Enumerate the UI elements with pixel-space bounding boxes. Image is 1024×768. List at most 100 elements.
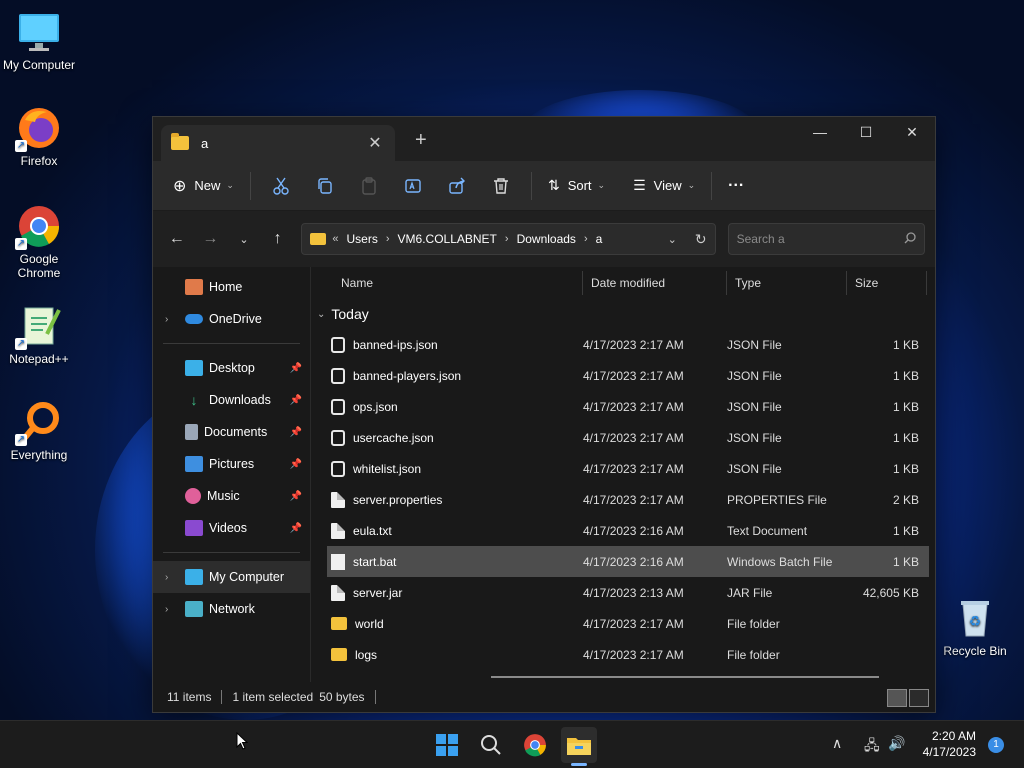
file-row[interactable]: server.jar 4/17/2023 2:13 AM JAR File 42,60… [327, 577, 929, 608]
view-button[interactable]: ☰ View ⌄ [625, 170, 703, 202]
forward-arrow-icon[interactable]: → [197, 225, 225, 253]
file-explorer-taskbar-icon[interactable] [561, 727, 597, 766]
desktop-icon-my-computer[interactable]: My Computer [1, 10, 77, 72]
active-app-indicator [571, 763, 587, 766]
network-status-icon[interactable]: 🖧 [864, 735, 880, 759]
sidebar-item-documents[interactable]: Documents 📌 [153, 416, 310, 448]
overflow-chevron-icon[interactable]: « [332, 233, 338, 245]
sidebar-item-network[interactable]: › Network [153, 593, 310, 625]
breadcrumb-vm6-collabnet[interactable]: VM6.COLLABNET [398, 232, 497, 246]
expand-chevron-icon[interactable]: › [165, 572, 179, 583]
document-icon [331, 522, 345, 539]
sidebar-item-home[interactable]: Home [153, 271, 310, 303]
rename-icon[interactable] [397, 170, 429, 202]
expand-chevron-icon[interactable]: › [165, 604, 179, 615]
desktop-icon-chrome[interactable]: ↗ Google Chrome [1, 204, 77, 280]
desktop-icon-everything[interactable]: ↗ Everything [1, 400, 77, 462]
address-bar[interactable]: « Users › VM6.COLLABNET › Downloads › a … [301, 223, 716, 255]
file-type: JSON File [727, 368, 782, 383]
delete-trash-icon[interactable] [485, 170, 517, 202]
address-dropdown-chevron-icon[interactable]: ⌄ [668, 233, 677, 246]
sidebar-item-label: Downloads [209, 393, 271, 407]
breadcrumb-users[interactable]: Users [347, 232, 378, 246]
group-header-today[interactable]: ⌄ Today [311, 299, 935, 329]
column-headers: Name Date modified Type Size [311, 267, 935, 299]
file-row[interactable]: banned-players.json 4/17/2023 2:17 AM JSON… [327, 360, 929, 391]
file-row[interactable]: start.bat 4/17/2023 2:16 AM Windows Batch … [327, 546, 929, 577]
pin-icon[interactable]: 📌 [290, 395, 302, 406]
up-arrow-icon[interactable]: ↑ [264, 225, 292, 253]
maximize-button[interactable]: ☐ [843, 117, 889, 149]
sidebar-item-pictures[interactable]: Pictures 📌 [153, 448, 310, 480]
back-arrow-icon[interactable]: ← [163, 225, 191, 253]
pin-icon[interactable]: 📌 [290, 523, 302, 534]
notification-badge[interactable]: 1 [988, 737, 1004, 753]
file-row[interactable]: banned-ips.json 4/17/2023 2:17 AM JSON Fil… [327, 329, 929, 360]
minimize-button[interactable]: — [797, 117, 843, 149]
file-row[interactable]: eula.txt 4/17/2023 2:16 AM Text Document 1 … [327, 515, 929, 546]
new-button[interactable]: ⊕ New ⌄ [165, 170, 242, 202]
sidebar-item-label: Videos [209, 521, 247, 535]
breadcrumb-separator-icon: › [504, 233, 509, 245]
desktop-icon-notepadpp[interactable]: ↗ Notepad++ [1, 304, 77, 366]
file-name: world [355, 616, 384, 631]
tiles-view-icon[interactable] [909, 689, 929, 707]
start-windows-icon[interactable] [429, 727, 465, 763]
toolbar-separator [249, 171, 251, 200]
search-input[interactable]: Search a [727, 223, 925, 255]
title-bar: a ✕ + — ☐ ✕ [153, 117, 935, 161]
close-tab-icon[interactable]: ✕ [365, 133, 385, 153]
pin-icon[interactable]: 📌 [290, 491, 302, 502]
column-header-date[interactable]: Date modified [583, 271, 727, 295]
file-size: 1 KB [892, 430, 919, 445]
volume-icon[interactable]: 🔊 [888, 735, 905, 752]
pin-icon[interactable]: 📌 [290, 427, 302, 438]
plus-circle-icon: ⊕ [173, 177, 187, 195]
sidebar-item-downloads[interactable]: ↓ Downloads 📌 [153, 384, 310, 416]
refresh-icon[interactable]: ↻ [695, 231, 707, 248]
new-tab-plus-icon[interactable]: + [415, 129, 427, 152]
file-row[interactable]: ops.json 4/17/2023 2:17 AM JSON File 1 KB [327, 391, 929, 422]
horizontal-scrollbar[interactable] [491, 676, 879, 678]
sidebar-item-music[interactable]: Music 📌 [153, 480, 310, 512]
pin-icon[interactable]: 📌 [290, 459, 302, 470]
breadcrumb-downloads[interactable]: Downloads [517, 232, 576, 246]
folder-row[interactable]: logs 4/17/2023 2:17 AM File folder [327, 639, 929, 670]
mouse-cursor-icon [236, 731, 249, 753]
details-view-icon[interactable] [887, 689, 907, 707]
folder-row[interactable]: world 4/17/2023 2:17 AM File folder [327, 608, 929, 639]
desktop-icon-recycle-bin[interactable]: ♻ Recycle Bin [937, 596, 1013, 658]
chrome-taskbar-icon[interactable] [517, 727, 553, 763]
file-row[interactable]: usercache.json 4/17/2023 2:17 AM JSON File… [327, 422, 929, 453]
search-icon[interactable] [473, 727, 509, 763]
column-header-size[interactable]: Size [847, 271, 927, 295]
batch-file-icon [331, 553, 345, 570]
desktop-icon-firefox[interactable]: ↗ Firefox [1, 106, 77, 168]
more-options-button[interactable]: ··· [720, 170, 752, 202]
file-row[interactable]: server.properties 4/17/2023 2:17 AM PROPER… [327, 484, 929, 515]
recent-locations-chevron-icon[interactable]: ⌄ [230, 225, 258, 253]
tab-a[interactable]: a ✕ [161, 125, 395, 161]
sidebar-item-onedrive[interactable]: › OneDrive [153, 303, 310, 335]
sidebar-divider [163, 343, 300, 344]
sidebar-item-desktop[interactable]: Desktop 📌 [153, 352, 310, 384]
document-icon [185, 424, 198, 440]
copy-icon[interactable] [309, 170, 341, 202]
json-file-icon [331, 398, 345, 415]
close-window-button[interactable]: ✕ [889, 117, 935, 149]
breadcrumb-a[interactable]: a [596, 232, 603, 246]
sort-button[interactable]: ⇅ Sort ⌄ [540, 170, 613, 202]
show-hidden-icons-chevron-icon[interactable]: ∧ [832, 735, 842, 752]
sidebar-item-my-computer[interactable]: › My Computer [153, 561, 310, 593]
system-clock[interactable]: 2:20 AM 4/17/2023 [923, 728, 976, 760]
expand-chevron-icon[interactable]: › [165, 314, 179, 325]
sidebar-item-videos[interactable]: Videos 📌 [153, 512, 310, 544]
collapse-chevron-icon[interactable]: ⌄ [317, 309, 325, 320]
share-icon[interactable] [441, 170, 473, 202]
column-header-name[interactable]: Name [311, 271, 583, 295]
column-header-type[interactable]: Type [727, 271, 847, 295]
file-row[interactable]: whitelist.json 4/17/2023 2:17 AM JSON File… [327, 453, 929, 484]
chrome-icon: ↗ [15, 204, 61, 250]
pin-icon[interactable]: 📌 [290, 363, 302, 374]
cut-icon[interactable] [265, 170, 297, 202]
